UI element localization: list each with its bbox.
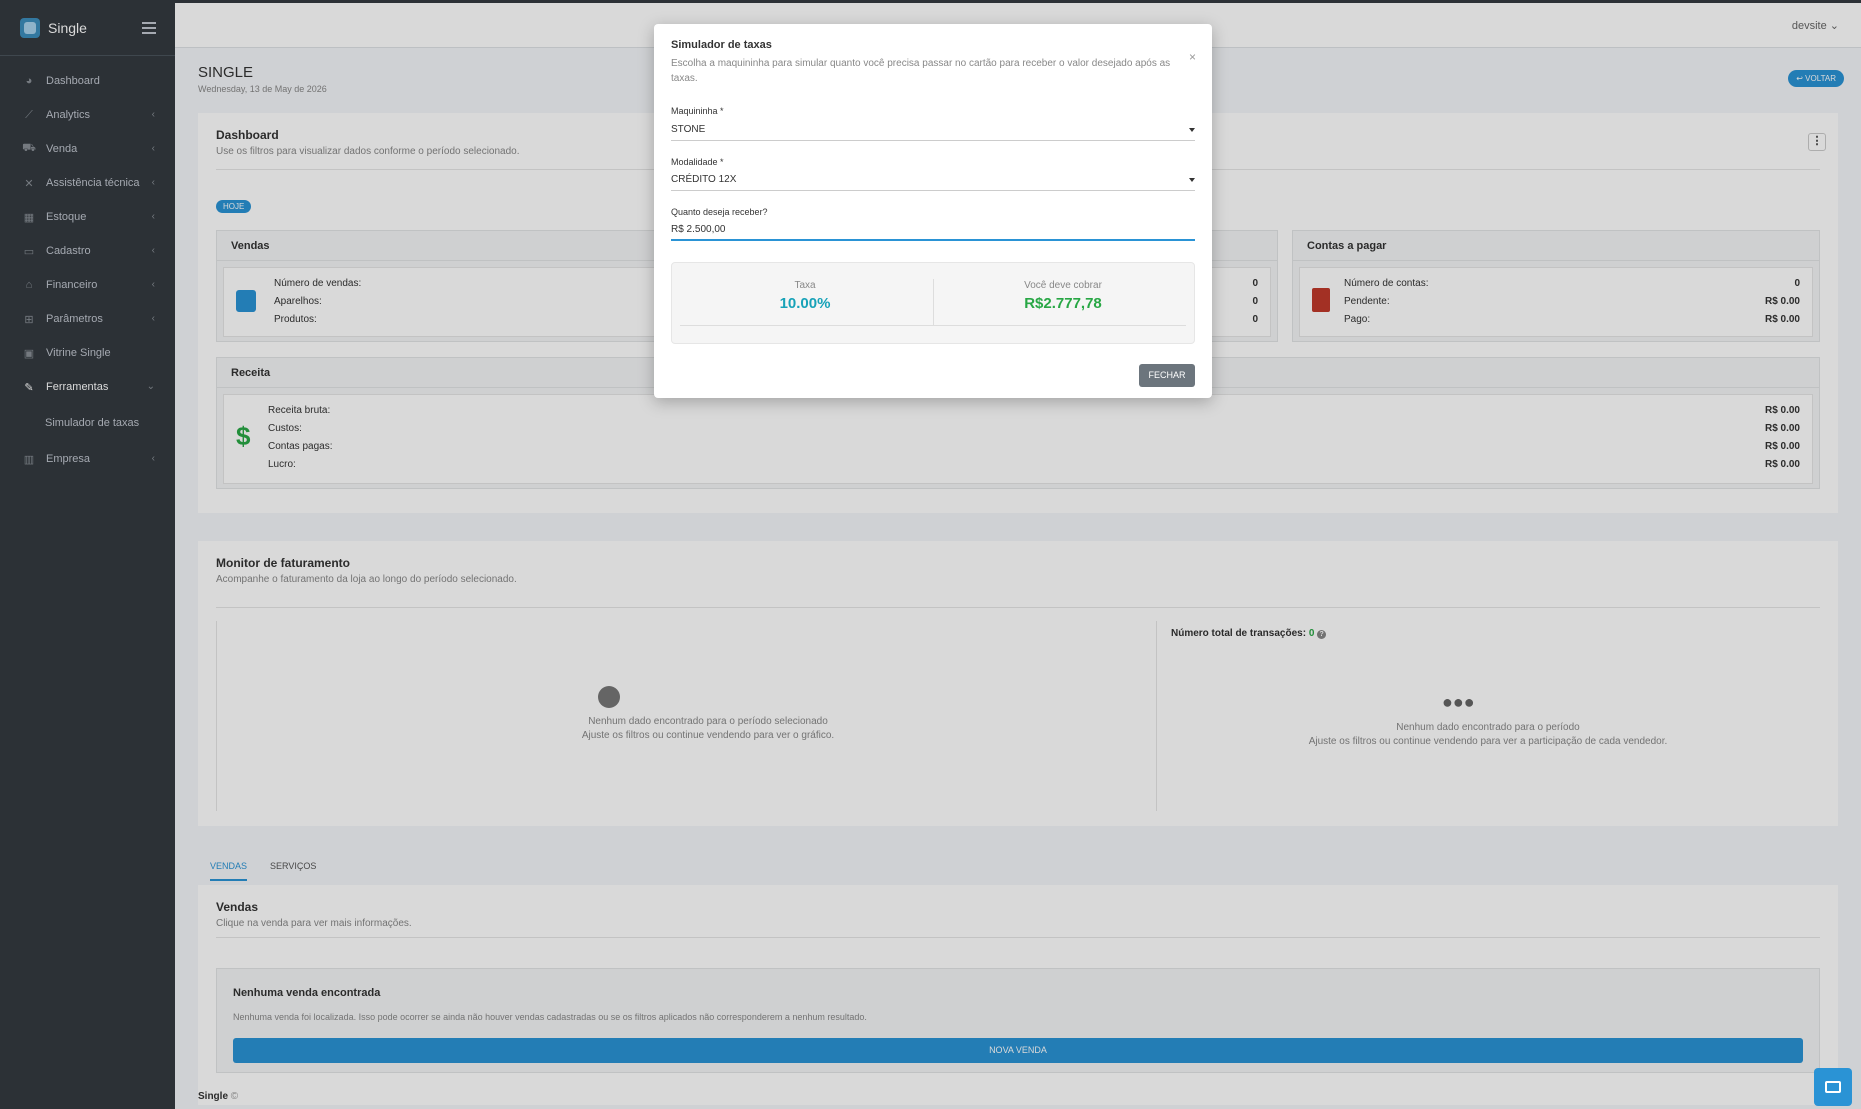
caret-down-icon (1189, 178, 1195, 182)
maquininha-value: STONE (671, 124, 706, 135)
close-button[interactable]: FECHAR (1139, 364, 1195, 387)
cobrar-result: Você deve cobrar R$2.777,78 (938, 280, 1188, 312)
fee-simulator-modal: Simulador de taxas Escolha a maquininha … (654, 24, 1212, 398)
taxa-result: Taxa 10.00% (680, 280, 930, 312)
cobrar-label: Você deve cobrar (1024, 280, 1102, 291)
chat-icon (1825, 1081, 1841, 1093)
taxa-value: 10.00% (779, 295, 831, 312)
close-icon[interactable]: × (1189, 50, 1196, 64)
modalidade-value: CRÉDITO 12X (671, 174, 737, 185)
maquininha-select[interactable]: STONE (671, 119, 1195, 141)
maquininha-label: Maquininha * (671, 106, 724, 116)
modal-title: Simulador de taxas (671, 39, 772, 51)
chat-button[interactable] (1814, 1068, 1852, 1106)
simulation-result: Taxa 10.00% Você deve cobrar R$2.777,78 (671, 262, 1195, 344)
valor-value: R$ 2.500,00 (671, 224, 726, 235)
modalidade-label: Modalidade * (671, 157, 724, 167)
divider (933, 279, 934, 325)
caret-down-icon (1189, 128, 1195, 132)
modal-description: Escolha a maquininha para simular quanto… (671, 58, 1171, 84)
valor-input[interactable]: R$ 2.500,00 (671, 219, 1195, 241)
modalidade-select[interactable]: CRÉDITO 12X (671, 169, 1195, 191)
divider (680, 325, 1186, 326)
cobrar-value: R$2.777,78 (1024, 295, 1102, 312)
taxa-label: Taxa (794, 280, 816, 291)
valor-label: Quanto deseja receber? (671, 207, 768, 217)
